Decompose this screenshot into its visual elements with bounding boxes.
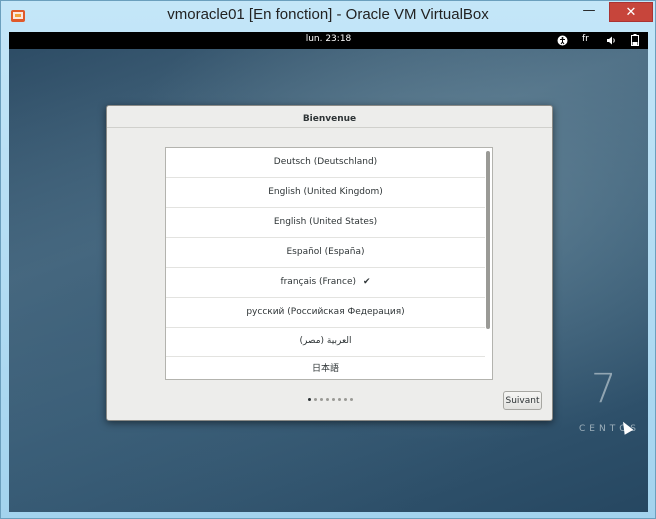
virtualbox-window: vmoracle01 [En fonction] - Oracle VM Vir… <box>0 0 656 519</box>
language-item-selected[interactable]: français (France) ✔ <box>166 268 485 298</box>
page-dot <box>344 398 347 401</box>
language-item[interactable]: العربية (مصر) <box>166 327 485 357</box>
page-dot <box>314 398 317 401</box>
page-dot <box>326 398 329 401</box>
close-button[interactable]: ✕ <box>609 2 653 22</box>
page-dot <box>338 398 341 401</box>
accessibility-icon[interactable] <box>557 35 568 46</box>
window-titlebar[interactable]: vmoracle01 [En fonction] - Oracle VM Vir… <box>1 1 655 32</box>
welcome-dialog: Bienvenue Deutsch (Deutschland) English … <box>106 105 553 421</box>
language-item[interactable]: русский (Российская Федерация) <box>166 298 485 328</box>
language-list[interactable]: Deutsch (Deutschland) English (United Ki… <box>165 147 493 380</box>
centos-version: 7 <box>591 366 617 412</box>
dialog-title: Bienvenue <box>302 114 357 124</box>
next-button[interactable]: Suivant <box>503 391 542 410</box>
language-item[interactable]: Español (España) <box>166 238 485 268</box>
keyboard-layout-indicator[interactable]: fr <box>582 34 589 44</box>
window-title: vmoracle01 [En fonction] - Oracle VM Vir… <box>167 6 489 23</box>
language-item[interactable]: 日本語 <box>166 355 485 379</box>
page-dot <box>332 398 335 401</box>
page-dot-active <box>308 398 311 401</box>
volume-icon[interactable] <box>606 35 617 46</box>
vm-screen[interactable]: lun. 23:18 fr Bienvenue Deutsch (Deutsch… <box>9 32 648 512</box>
minimize-button[interactable]: — <box>576 2 602 22</box>
clock[interactable]: lun. 23:18 <box>9 34 648 44</box>
dialog-header: Bienvenue <box>107 106 552 128</box>
language-item[interactable]: Deutsch (Deutschland) <box>166 148 485 178</box>
page-dot <box>350 398 353 401</box>
page-dot <box>320 398 323 401</box>
checkmark-icon: ✔ <box>363 277 371 287</box>
language-item[interactable]: English (United Kingdom) <box>166 178 485 208</box>
language-item[interactable]: English (United States) <box>166 208 485 238</box>
battery-icon[interactable] <box>631 34 639 46</box>
list-scrollbar[interactable] <box>486 151 490 329</box>
gnome-topbar: lun. 23:18 fr <box>9 32 648 49</box>
